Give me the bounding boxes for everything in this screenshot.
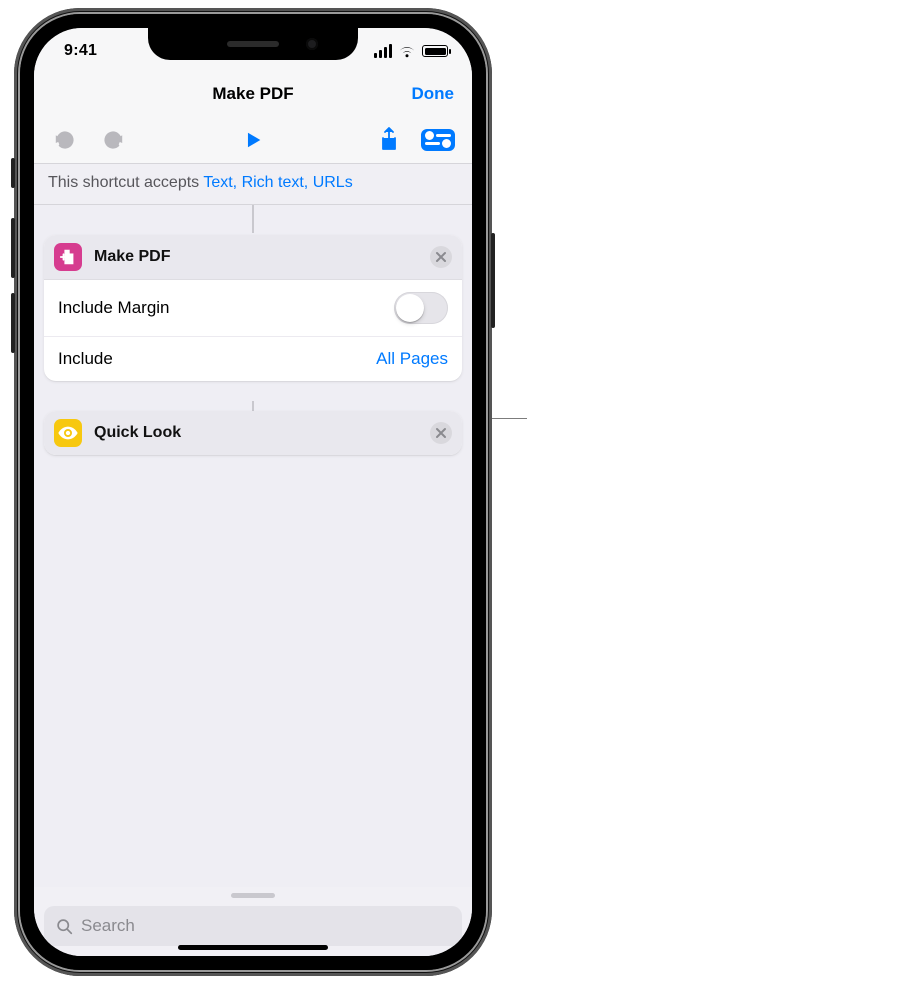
run-button[interactable] <box>236 123 270 157</box>
close-icon <box>435 251 447 263</box>
sheet-grabber[interactable] <box>231 893 275 898</box>
undo-button[interactable] <box>48 123 82 157</box>
include-margin-toggle[interactable] <box>394 292 448 324</box>
include-label: Include <box>58 349 113 369</box>
document-plus-icon <box>54 243 82 271</box>
share-icon <box>377 126 401 154</box>
include-margin-row: Include Margin <box>44 280 462 336</box>
accepts-types[interactable]: Text, Rich text, URLs <box>203 174 352 191</box>
remove-action-button[interactable] <box>430 422 452 444</box>
action-quick-look[interactable]: Quick Look <box>44 411 462 455</box>
battery-icon <box>422 45 448 57</box>
accepts-bar[interactable]: This shortcut accepts Text, Rich text, U… <box>34 164 472 205</box>
redo-icon <box>100 127 126 153</box>
share-button[interactable] <box>372 123 406 157</box>
undo-icon <box>52 127 78 153</box>
remove-action-button[interactable] <box>430 246 452 268</box>
include-value[interactable]: All Pages <box>376 349 448 369</box>
search-icon <box>56 918 73 935</box>
page-title: Make PDF <box>34 72 472 116</box>
close-icon <box>435 427 447 439</box>
power-button <box>491 233 495 328</box>
settings-button[interactable] <box>418 123 458 157</box>
silent-switch <box>11 158 15 188</box>
done-button[interactable]: Done <box>412 72 455 116</box>
search-field[interactable]: Search <box>44 906 462 946</box>
wifi-icon <box>398 45 416 58</box>
redo-button[interactable] <box>96 123 130 157</box>
eye-icon <box>54 419 82 447</box>
action-title: Make PDF <box>94 248 418 266</box>
status-time: 9:41 <box>64 42 97 60</box>
search-placeholder: Search <box>81 916 135 936</box>
home-indicator[interactable] <box>178 945 328 950</box>
include-pages-row[interactable]: Include All Pages <box>44 336 462 381</box>
volume-up-button <box>11 218 15 278</box>
notch <box>148 28 358 60</box>
action-make-pdf[interactable]: Make PDF Include Margin <box>44 235 462 381</box>
flow-connector <box>252 205 254 233</box>
accepts-prefix: This shortcut accepts <box>48 174 203 191</box>
editor-toolbar <box>34 116 472 164</box>
toggles-icon <box>421 129 455 151</box>
play-icon <box>242 129 264 151</box>
include-margin-label: Include Margin <box>58 298 170 318</box>
workflow-canvas[interactable]: Make PDF Include Margin <box>34 205 472 455</box>
cellular-icon <box>374 44 392 58</box>
iphone-frame: 9:41 Make PDF Done <box>14 8 492 976</box>
action-title: Quick Look <box>94 424 418 442</box>
nav-bar: Make PDF Done <box>34 72 472 116</box>
volume-down-button <box>11 293 15 353</box>
